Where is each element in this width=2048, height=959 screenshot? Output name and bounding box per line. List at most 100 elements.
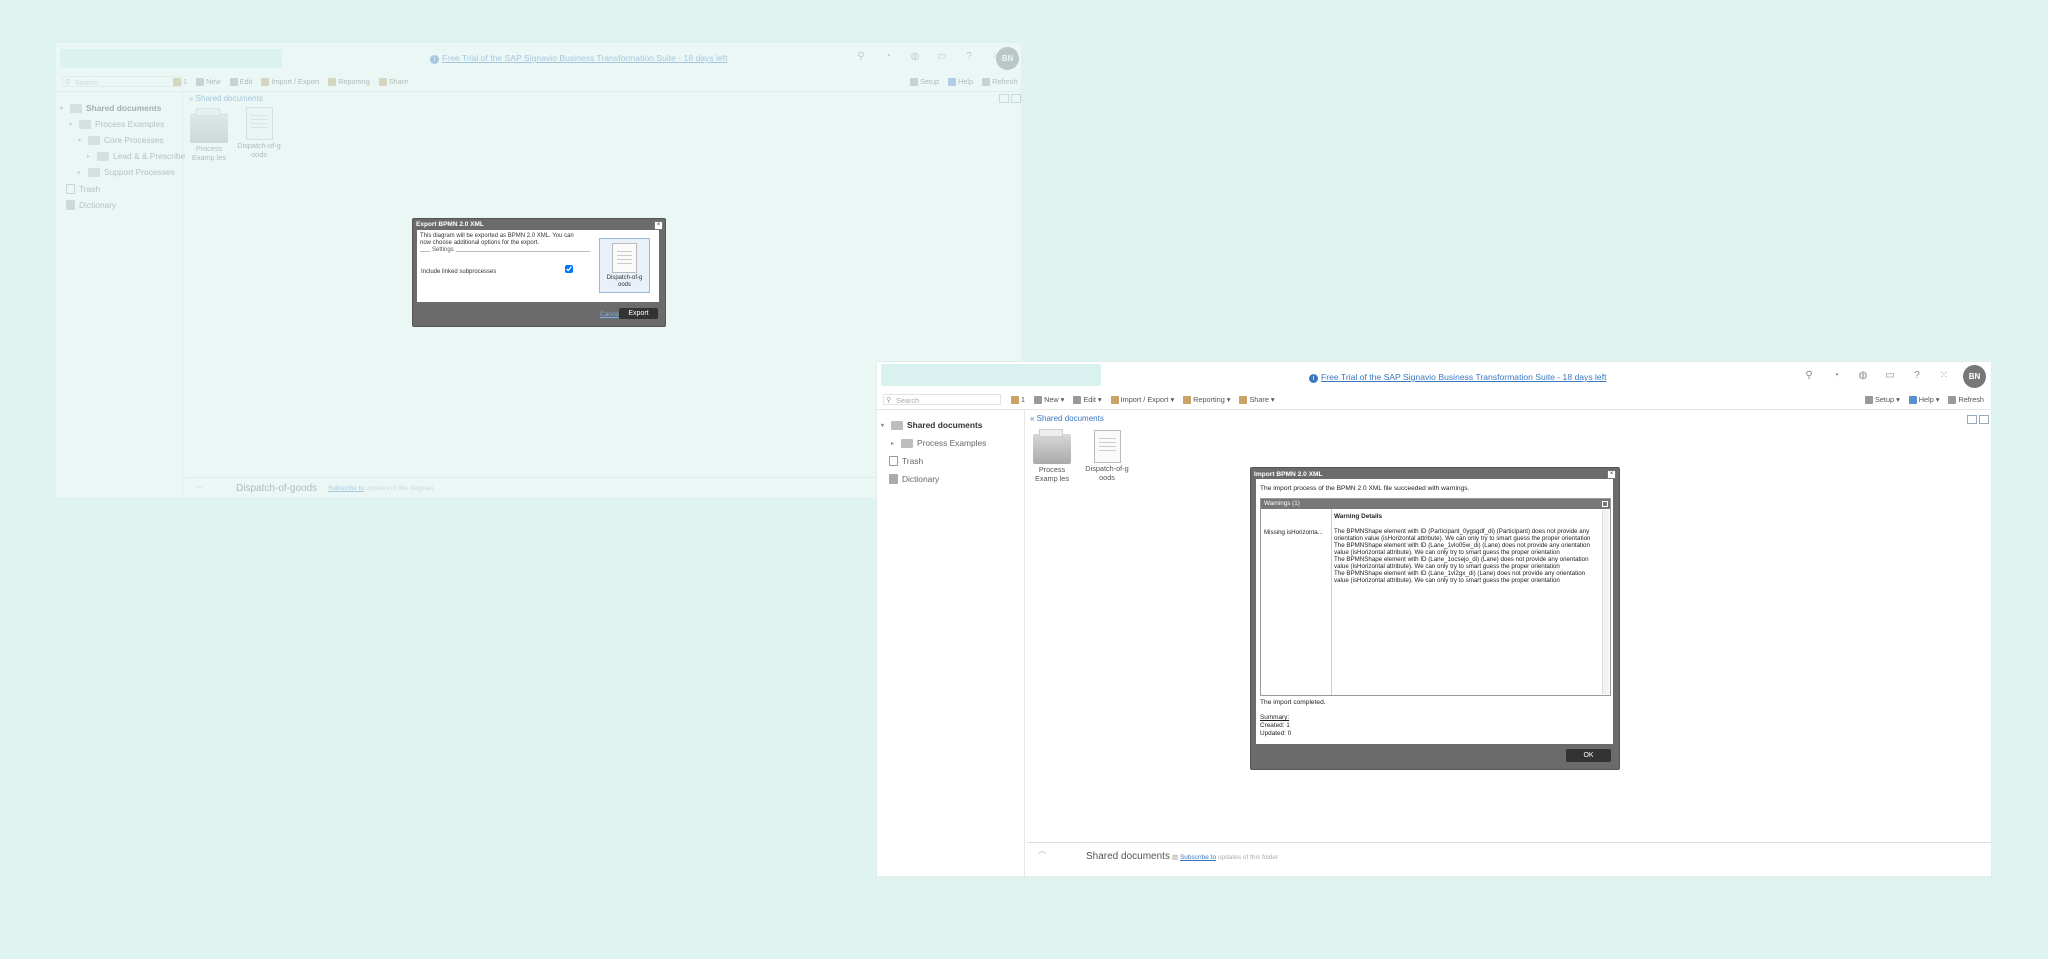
top-icons: ⚲ ◔ ◍ ▭ ? ⁙ (1803, 370, 1950, 382)
new-button[interactable]: New ▾ (1034, 395, 1064, 404)
search-input[interactable]: ⚲ Search (883, 394, 1001, 405)
breadcrumb[interactable]: « Shared documents (189, 94, 263, 103)
trial-banner-link[interactable]: i Free Trial of the SAP Signavio Business… (430, 53, 728, 64)
setup-button[interactable]: Setup ▾ (1865, 395, 1900, 404)
help-button[interactable]: Help (948, 77, 973, 86)
sidebar-item-trash[interactable]: Trash (66, 184, 100, 194)
sidebar-item-shared-documents[interactable]: ▾ Shared documents (881, 420, 982, 430)
import-export-button[interactable]: Import / Export ▾ (1110, 395, 1174, 404)
search-icon[interactable]: ⚲ (1803, 370, 1815, 382)
chevron-down-icon: ▾ (69, 121, 73, 128)
share-icon (1239, 395, 1248, 404)
footer-bar: ︿ Shared documents ▧ Subscribe to update… (1027, 842, 1991, 871)
new-button[interactable]: New (196, 77, 221, 86)
diagram-icon (1093, 430, 1121, 463)
help-icon (948, 77, 957, 86)
sidebar-item-dictionary[interactable]: Dictionary (66, 200, 116, 210)
chevron-down-icon: ▾ (881, 422, 885, 429)
sidebar-item-process-examples[interactable]: ▾ Process Examples (69, 119, 164, 129)
rss-icon: ▧ (1172, 854, 1180, 861)
help-icon[interactable]: ? (963, 51, 975, 63)
export-button[interactable]: Export (619, 308, 658, 319)
search-icon[interactable]: ⚲ (855, 51, 867, 63)
list-view-icon[interactable] (1011, 94, 1021, 103)
trash-icon (66, 184, 75, 194)
sidebar-item-support-processes[interactable]: ▸ Support Processes (78, 167, 175, 177)
close-icon[interactable]: × (654, 221, 663, 230)
help-button[interactable]: Help ▾ (1908, 395, 1939, 404)
apps-icon[interactable]: ⁙ (1938, 370, 1950, 382)
chevron-right-icon: ▸ (78, 169, 82, 176)
grid-view-icon[interactable] (1967, 415, 1977, 424)
summary-label: Summary: (1260, 714, 1290, 721)
export-dialog: Export BPMN 2.0 XML × This diagram will … (412, 218, 666, 327)
summary-updated: Updated: 0 (1260, 730, 1292, 737)
reporting-button[interactable]: Reporting ▾ (1183, 395, 1230, 404)
tile-process-examples[interactable]: Process Examp les (1030, 429, 1074, 484)
chevron-down-icon: ▾ (60, 105, 64, 112)
bell-icon[interactable]: ◍ (909, 51, 921, 63)
headset-icon[interactable]: ◔ (882, 51, 894, 63)
chevron-down-icon: ▾ (1060, 395, 1065, 404)
new-icon (196, 77, 205, 86)
close-icon[interactable]: × (1607, 470, 1616, 479)
folder-icon (173, 77, 181, 86)
tile-dispatch-of-goods[interactable]: Dispatch-of-g oods (237, 107, 281, 160)
share-button[interactable]: Share (378, 77, 408, 86)
monitor-icon[interactable]: ▭ (936, 51, 948, 63)
cancel-link[interactable]: Cancel (600, 311, 620, 318)
edit-icon (1073, 395, 1082, 404)
reporting-button[interactable]: Reporting (328, 77, 370, 86)
folder-icon (79, 119, 91, 129)
warnings-header: Warnings (1) (1261, 499, 1610, 509)
import-dialog: Import BPMN 2.0 XML × The import process… (1250, 467, 1620, 770)
include-subprocesses-checkbox[interactable] (565, 265, 573, 273)
help-icon[interactable]: ? (1911, 370, 1923, 382)
refresh-button[interactable]: Refresh (982, 77, 1018, 86)
bell-icon[interactable]: ◍ (1857, 370, 1869, 382)
scrollbar[interactable] (1602, 510, 1609, 694)
breadcrumb[interactable]: « Shared documents (1030, 414, 1104, 423)
chevron-up-icon[interactable]: ︿ (1032, 845, 1052, 856)
reporting-icon (1183, 395, 1192, 404)
dictionary-icon (66, 200, 75, 210)
sidebar-item-lead-prescribe[interactable]: ▸ Lead & & Prescribe (87, 151, 185, 161)
info-icon: i (430, 55, 439, 64)
edit-button[interactable]: Edit ▾ (1073, 395, 1102, 404)
diagram-icon (245, 107, 273, 140)
monitor-icon[interactable]: ▭ (1884, 370, 1896, 382)
search-input[interactable]: ⚲ Search (62, 76, 182, 87)
export-description: This diagram will be exported as BPMN 2.… (420, 233, 574, 246)
trash-icon (889, 456, 898, 466)
folder-icon (1033, 429, 1071, 464)
sidebar-item-shared-documents[interactable]: ▾ Shared documents (60, 103, 161, 113)
collapse-icon[interactable] (1602, 501, 1608, 507)
chevron-up-icon[interactable]: ︿ (189, 480, 209, 491)
sidebar-item-trash[interactable]: Trash (889, 456, 923, 466)
refresh-icon (982, 77, 991, 86)
import-export-icon (261, 77, 270, 86)
chevron-down-icon: ▾ (1270, 395, 1275, 404)
user-avatar[interactable]: BN (996, 47, 1019, 70)
trial-banner-link[interactable]: i Free Trial of the SAP Signavio Business… (1309, 372, 1607, 383)
toolbar-actions: 1 New ▾ Edit ▾ Import / Export ▾ Reporting ▾… (1011, 395, 1275, 404)
sidebar-item-core-processes[interactable]: ▾ Core Processes (78, 135, 164, 145)
share-button[interactable]: Share ▾ (1239, 395, 1275, 404)
edit-button[interactable]: Edit (229, 77, 252, 86)
sidebar-item-dictionary[interactable]: Dictionary (889, 474, 939, 484)
headset-icon[interactable]: ◔ (1830, 370, 1842, 382)
ok-button[interactable]: OK (1566, 749, 1611, 762)
grid-view-icon[interactable] (999, 94, 1009, 103)
chevron-down-icon: ▾ (78, 137, 82, 144)
list-view-icon[interactable] (1979, 415, 1989, 424)
folder-icon (88, 167, 100, 177)
user-avatar[interactable]: BN (1963, 365, 1986, 388)
refresh-button[interactable]: Refresh (1948, 395, 1984, 404)
setup-button[interactable]: Setup (910, 77, 939, 86)
sidebar-item-process-examples[interactable]: ▸ Process Examples (891, 438, 986, 448)
subscribe-link[interactable]: Subscribe to (328, 485, 364, 492)
tile-dispatch-of-goods[interactable]: Dispatch-of-g oods (1085, 430, 1129, 483)
import-export-button[interactable]: Import / Export (261, 77, 319, 86)
tile-process-examples[interactable]: Process Examp les (189, 108, 229, 163)
subscribe-link[interactable]: Subscribe to (1180, 854, 1216, 861)
